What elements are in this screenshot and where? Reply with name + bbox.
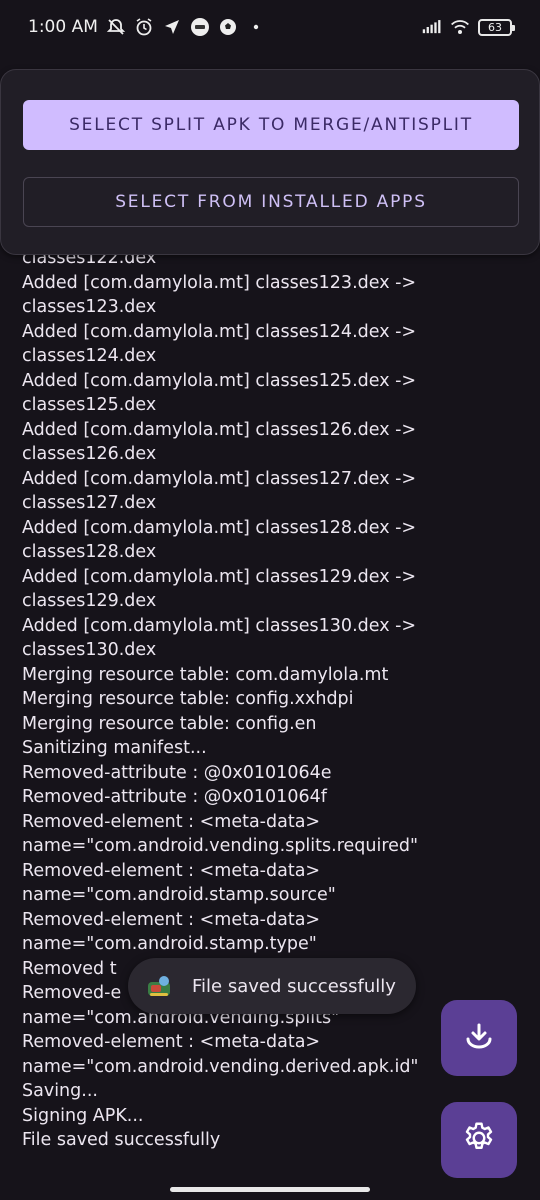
log-line: name="com.android.stamp.source"	[22, 885, 336, 905]
settings-button[interactable]	[441, 1102, 517, 1178]
select-split-apk-button[interactable]: SELECT SPLIT APK TO MERGE/ANTISPLIT	[23, 100, 519, 150]
log-line: Removed-attribute : @0x0101064e	[22, 762, 332, 783]
log-line: Added [com.damylola.mt] classes125.dex -…	[22, 370, 417, 391]
log-line: Added [com.damylola.mt] classes126.dex -…	[22, 419, 417, 440]
gesture-nav-handle[interactable]	[170, 1187, 370, 1192]
location-icon	[162, 17, 182, 37]
log-line: classes125.dex	[22, 395, 157, 415]
dot-icon	[246, 17, 266, 37]
log-line: Saving...	[22, 1081, 98, 1101]
select-installed-apps-button[interactable]: SELECT FROM INSTALLED APPS	[23, 177, 519, 227]
download-button[interactable]	[441, 1000, 517, 1076]
log-line: Added [com.damylola.mt] classes129.dex -…	[22, 566, 417, 587]
log-line: Sanitizing manifest...	[22, 738, 207, 758]
toast: File saved successfully	[128, 958, 416, 1014]
log-line: Merging resource table: config.en	[22, 713, 317, 734]
status-right: 63	[422, 17, 515, 37]
log-line: Added [com.damylola.mt] classes127.dex -…	[22, 468, 417, 489]
log-line: name="com.android.vending.splits.require…	[22, 836, 419, 856]
log-line: Removed-element : <meta-data>	[22, 811, 321, 832]
mute-icon	[106, 17, 126, 37]
log-line: classes128.dex	[22, 542, 157, 562]
log-line: classes129.dex	[22, 591, 157, 611]
log-line: classes127.dex	[22, 493, 157, 513]
download-icon	[464, 1021, 494, 1055]
log-line: classes130.dex	[22, 640, 157, 660]
log-line: Added [com.damylola.mt] classes124.dex -…	[22, 321, 417, 342]
soccer-icon	[218, 17, 238, 37]
battery-level: 63	[488, 20, 502, 34]
alarm-icon	[134, 17, 154, 37]
status-time: 1:00 AM	[28, 17, 98, 37]
log-line: classes124.dex	[22, 346, 157, 366]
log-line: classes126.dex	[22, 444, 157, 464]
action-card: SELECT SPLIT APK TO MERGE/ANTISPLIT SELE…	[0, 69, 540, 255]
log-line: Added [com.damylola.mt] classes130.dex -…	[22, 615, 417, 636]
zoom-icon	[190, 17, 210, 37]
status-bar: 1:00 AM 63	[0, 0, 540, 54]
log-line: Merging resource table: com.damylola.mt	[22, 664, 389, 685]
log-line: Added [com.damylola.mt] classes128.dex -…	[22, 517, 417, 538]
log-line: Removed-element : <meta-data>	[22, 909, 321, 930]
toast-text: File saved successfully	[192, 975, 396, 997]
battery-icon: 63	[478, 18, 515, 36]
status-left: 1:00 AM	[28, 17, 266, 37]
signal-icon	[422, 17, 442, 37]
log-line: name="com.android.stamp.type"	[22, 934, 317, 954]
app-icon	[144, 971, 174, 1001]
gear-icon	[461, 1120, 497, 1160]
log-line: Merging resource table: config.xxhdpi	[22, 689, 354, 709]
log-line: Removed-attribute : @0x0101064f	[22, 787, 327, 807]
log-line: Removed-element : <meta-data>	[22, 860, 321, 881]
log-line: classes123.dex	[22, 297, 157, 317]
wifi-icon	[450, 17, 470, 37]
log-line: Added [com.damylola.mt] classes123.dex -…	[22, 272, 417, 293]
